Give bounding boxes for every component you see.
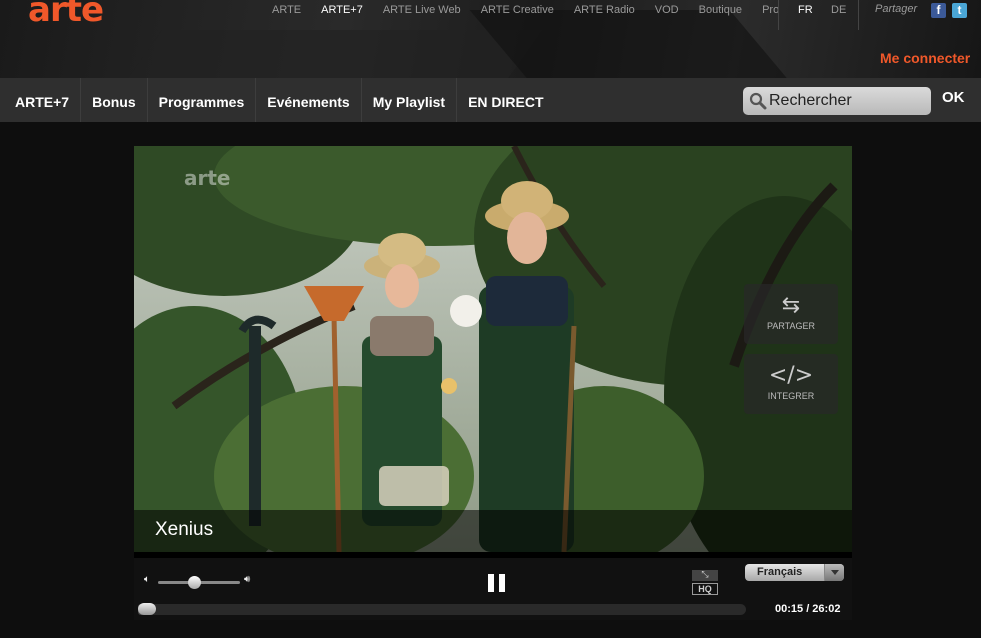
share-button-label: PARTAGER (766, 321, 815, 331)
nav-item[interactable]: Evénements (256, 78, 362, 122)
nav-items: ARTE+7 Bonus Programmes Evénements My Playli… (4, 78, 555, 122)
twitter-icon[interactable]: t (952, 3, 967, 18)
progress-knob[interactable] (138, 603, 156, 615)
nav-item[interactable]: ARTE+7 (4, 78, 82, 122)
nav-item[interactable]: Programmes (148, 78, 257, 122)
divider (858, 0, 859, 30)
video-frame[interactable]: arte ⇆ PARTAGER </> INTEGRER Xenius (134, 146, 852, 552)
top-link[interactable]: ARTE+7 (311, 4, 373, 16)
divider (778, 0, 779, 30)
nav-item[interactable]: EN DIRECT (457, 78, 554, 122)
time-display: 00:15 / 26:02 (775, 603, 841, 615)
top-link[interactable]: Pro (752, 4, 789, 16)
lang-fr-link[interactable]: FR (798, 4, 813, 16)
volume-knob[interactable] (188, 576, 202, 589)
embed-button[interactable]: </> INTEGRER (744, 354, 838, 414)
search-input[interactable] (769, 89, 927, 113)
language-select[interactable]: Français (745, 564, 844, 581)
embed-icon: </> (768, 363, 814, 388)
title-band: Xenius (134, 510, 852, 552)
video-player: arte ⇆ PARTAGER </> INTEGRER Xenius 🔈︎ 🔊… (134, 146, 852, 620)
search-box[interactable] (743, 87, 931, 115)
video-still (134, 146, 852, 552)
facebook-icon[interactable]: f (931, 3, 946, 18)
embed-button-label: INTEGRER (767, 391, 815, 401)
top-links: ARTE ARTE+7 ARTE Live Web ARTE Creative ARTE… (262, 4, 789, 16)
share-label: Partager (875, 3, 918, 15)
share-button[interactable]: ⇆ PARTAGER (744, 284, 838, 344)
search-icon (749, 92, 767, 110)
volume-low-icon[interactable]: 🔈︎ (144, 574, 150, 585)
header-decoration (469, 10, 831, 78)
login-link[interactable]: Me connecter (880, 50, 970, 66)
nav-item[interactable]: Bonus (81, 78, 148, 122)
hq-button[interactable]: HQ (692, 583, 718, 595)
top-link[interactable]: ARTE (262, 4, 311, 16)
channel-watermark: arte (184, 166, 231, 190)
search-ok-button[interactable]: OK (942, 89, 965, 106)
top-link[interactable]: Boutique (689, 4, 752, 16)
top-link[interactable]: VOD (645, 4, 689, 16)
top-link[interactable]: ARTE Creative (471, 4, 564, 16)
nav-item[interactable]: My Playlist (362, 78, 458, 122)
arte-logo[interactable]: arte (28, 0, 104, 30)
language-value: Français (757, 566, 803, 578)
top-header: arte ARTE ARTE+7 ARTE Live Web ARTE Creativ… (0, 0, 981, 78)
lang-de-link[interactable]: DE (831, 4, 846, 16)
pause-icon (488, 574, 494, 592)
pause-icon (499, 574, 505, 592)
top-link[interactable]: ARTE Live Web (373, 4, 471, 16)
fullscreen-icon[interactable]: ⤡ (692, 570, 718, 581)
player-controls: 🔈︎ 🔊︎ ⤡ HQ Français 00:15 / 26:02 (134, 558, 852, 620)
progress-bar[interactable] (138, 604, 746, 615)
chevron-down-icon (824, 564, 844, 581)
header-decoration (77, 30, 543, 78)
volume-high-icon[interactable]: 🔊︎ (244, 574, 250, 585)
video-title: Xenius (155, 519, 214, 540)
pause-button[interactable] (488, 574, 506, 592)
share-icon: ⇆ (781, 293, 801, 318)
top-link[interactable]: ARTE Radio (564, 4, 645, 16)
